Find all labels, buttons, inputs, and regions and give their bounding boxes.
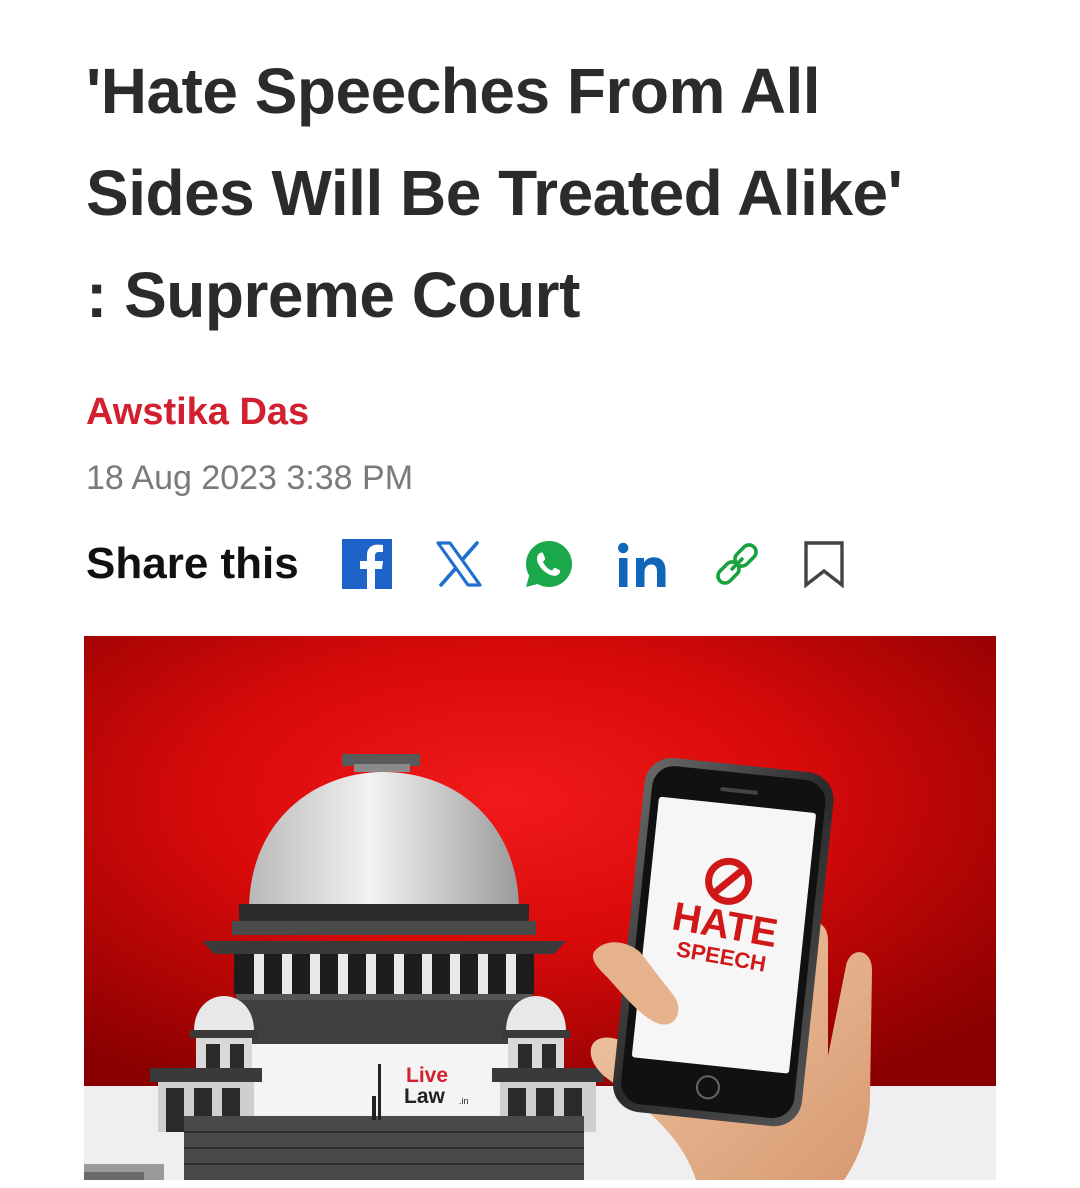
svg-text:Law: Law: [404, 1085, 446, 1108]
author-link[interactable]: Awstika Das: [86, 388, 309, 436]
link-icon[interactable]: [711, 538, 763, 590]
share-label: Share this: [86, 539, 299, 588]
svg-text:Live: Live: [406, 1064, 448, 1087]
share-bar: Share this: [86, 532, 845, 596]
headline-line-2: Sides Will Be Treated Alike': [86, 157, 903, 229]
facebook-icon[interactable]: [341, 538, 393, 590]
article-headline: 'Hate Speeches From All Sides Will Be Tr…: [86, 40, 1016, 346]
bookmark-icon[interactable]: [803, 540, 845, 588]
linkedin-icon[interactable]: [617, 540, 671, 588]
x-icon[interactable]: [435, 541, 483, 587]
publish-date: 18 Aug 2023 3:38 PM: [86, 459, 414, 497]
svg-text:.in: .in: [459, 1096, 469, 1106]
article-hero-image: Live Law .in HATE SPEECH: [84, 636, 996, 1180]
headline-line-1: 'Hate Speeches From All: [86, 55, 821, 127]
whatsapp-icon[interactable]: [523, 538, 575, 590]
headline-line-3: : Supreme Court: [86, 259, 580, 331]
